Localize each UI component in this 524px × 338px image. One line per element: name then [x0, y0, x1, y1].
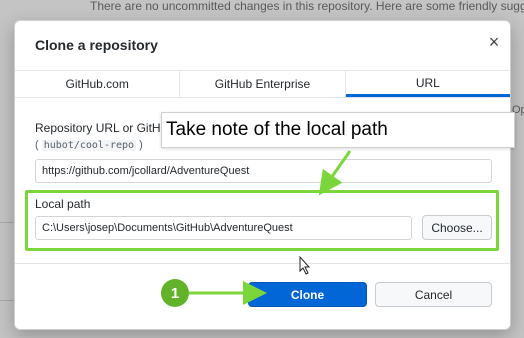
- repository-url-hint: ( hubot/cool-repo ): [35, 139, 143, 151]
- dialog-title: Clone a repository: [35, 37, 158, 53]
- tab-url[interactable]: URL: [345, 71, 510, 97]
- background-notice-text: There are no uncommitted changes in this…: [90, 0, 524, 13]
- annotation-callout: Take note of the local path: [161, 112, 515, 148]
- hint-suffix: ): [139, 139, 143, 151]
- clone-button[interactable]: Clone: [248, 282, 367, 307]
- hint-prefix: (: [35, 139, 39, 151]
- repository-url-input[interactable]: https://github.com/jcollard/AdventureQue…: [35, 159, 492, 183]
- cancel-button[interactable]: Cancel: [375, 282, 492, 307]
- tab-github-com[interactable]: GitHub.com: [15, 71, 181, 97]
- clone-repository-dialog: Clone a repository × GitHub.com GitHub E…: [14, 20, 511, 330]
- background-divider: [0, 222, 14, 223]
- local-path-highlight: [25, 190, 499, 251]
- tab-github-enterprise[interactable]: GitHub Enterprise: [180, 71, 346, 97]
- clone-tabs: GitHub.com GitHub Enterprise URL: [15, 70, 510, 98]
- close-icon[interactable]: ×: [485, 33, 503, 51]
- step-badge: 1: [161, 279, 189, 307]
- footer-divider: [15, 263, 510, 264]
- hint-code: hubot/cool-repo: [41, 140, 137, 151]
- background-divider: [0, 300, 14, 301]
